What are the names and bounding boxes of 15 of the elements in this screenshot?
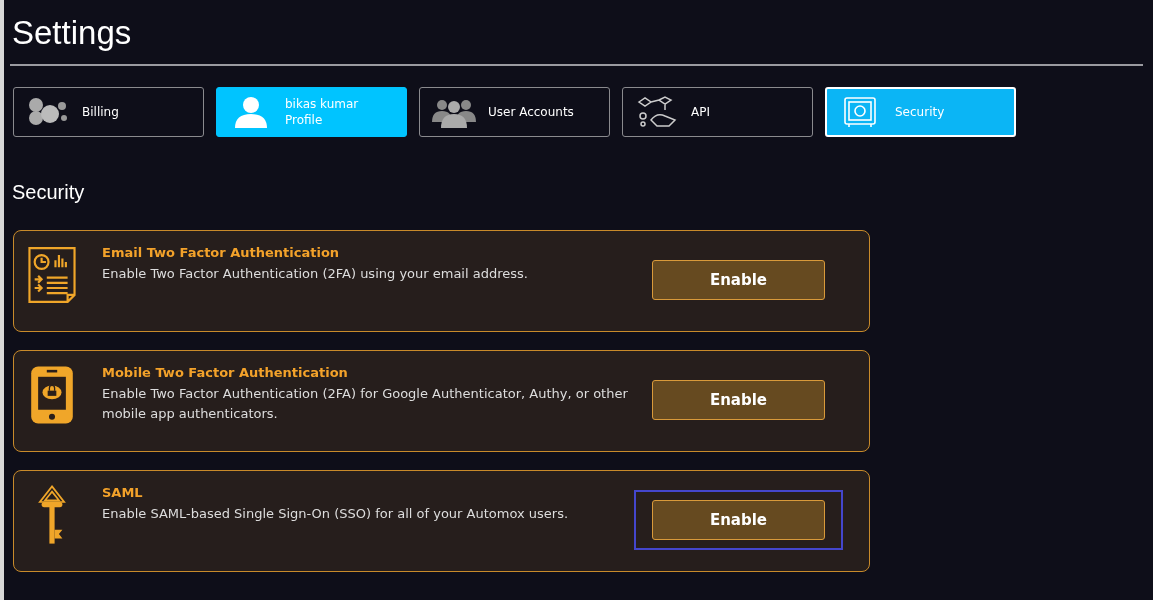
option-description: Enable SAML-based Single Sign-On (SSO) for all of your Automox users.	[102, 505, 570, 523]
section-heading: Security	[12, 181, 86, 204]
enable-button[interactable]: Enable	[652, 380, 825, 420]
option-title: Email Two Factor Authentication	[102, 245, 341, 260]
settings-tab[interactable]: API	[622, 87, 813, 137]
enable-button[interactable]: Enable	[652, 260, 825, 300]
coins-icon	[26, 96, 70, 128]
option-description: Enable Two Factor Authentication (2FA) using your email address.	[102, 265, 529, 283]
settings-tab[interactable]: Billing	[13, 87, 204, 137]
enable-button[interactable]: Enable	[652, 500, 825, 540]
option-title: Mobile Two Factor Authentication	[102, 365, 349, 380]
option-description: Enable Two Factor Authentication (2FA) for Google Authenticator, Authy, or other mobile app authenticators.	[102, 385, 629, 423]
page-title: Settings	[12, 14, 133, 52]
settings-tab[interactable]: User Accounts	[419, 87, 610, 137]
option-title: SAML	[102, 485, 144, 500]
